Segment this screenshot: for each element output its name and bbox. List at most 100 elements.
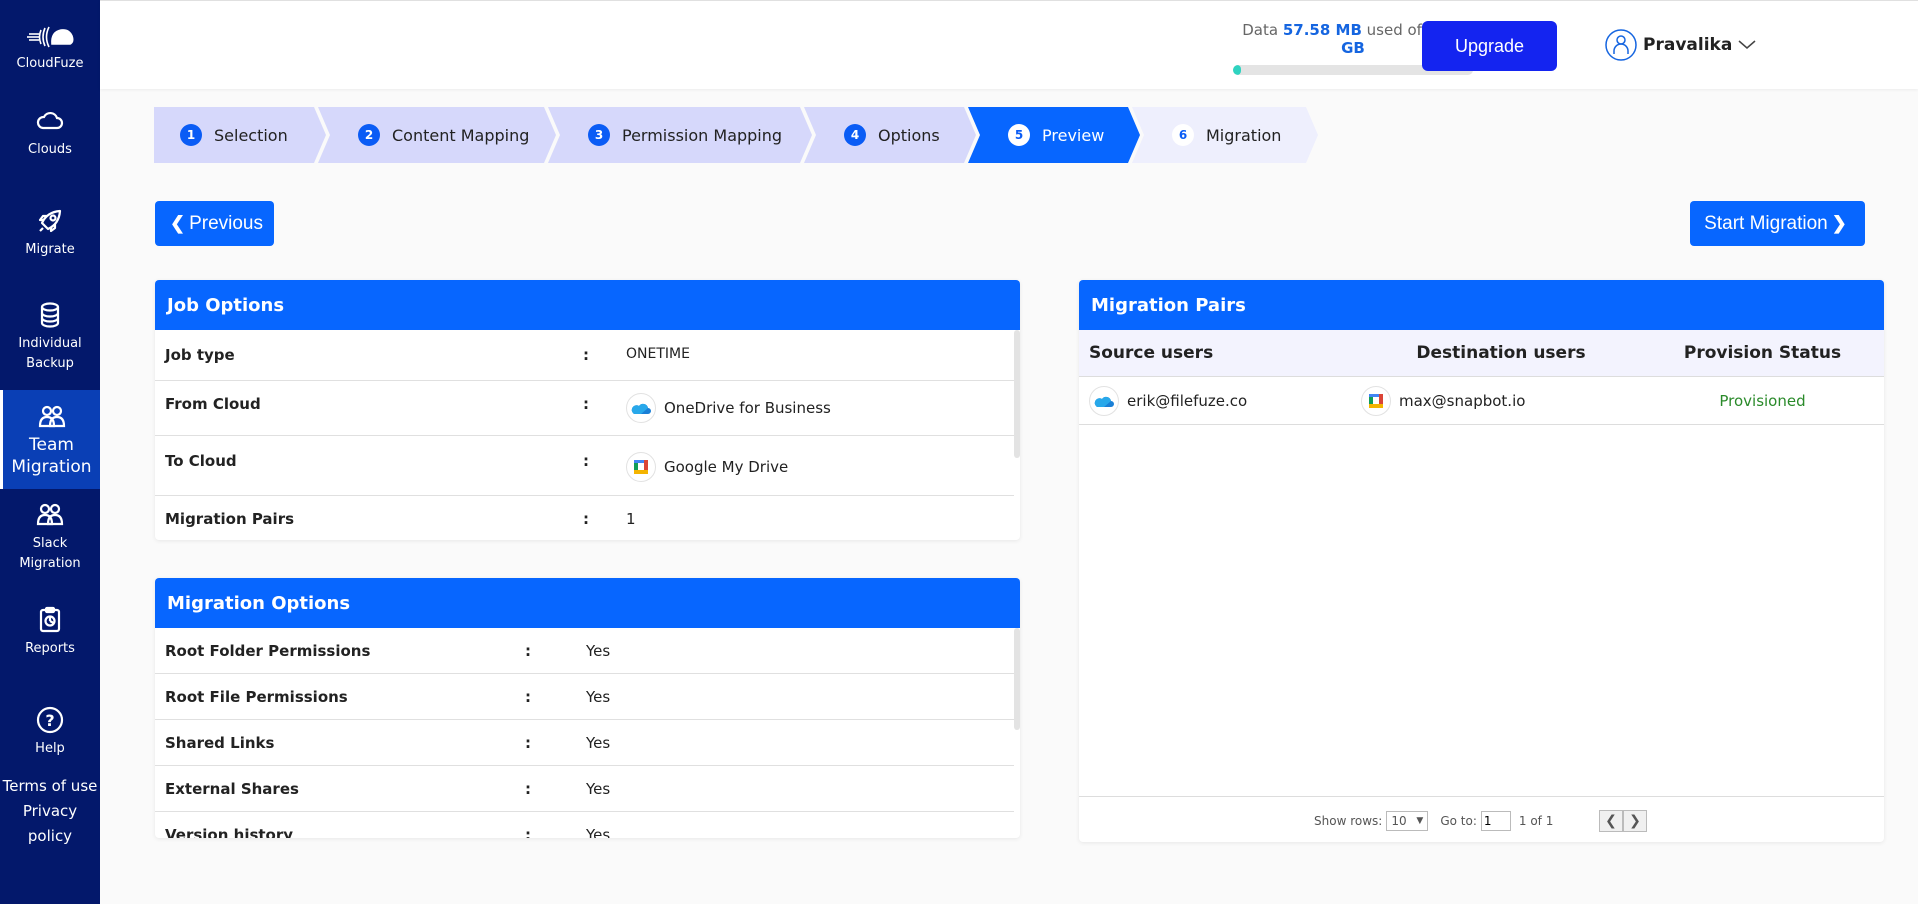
cloud-icon [36, 111, 64, 130]
migration-options-scrollbar[interactable] [1014, 628, 1020, 730]
goto-page-input[interactable] [1480, 811, 1511, 831]
sidebar-item-help[interactable]: ? Help [0, 705, 100, 759]
migration-options-panel: Migration Options Root Folder Permission… [155, 578, 1020, 838]
migration-pairs-panel: Migration Pairs Source users Destination… [1079, 280, 1884, 842]
page-info: 1 of 1 [1518, 814, 1554, 828]
from-cloud-value: OneDrive for Business [664, 399, 831, 417]
migration-option-row: Version history : Yes [165, 826, 611, 838]
sidebar-item-label: Slack Migration [19, 536, 81, 571]
goto-label: Go to: [1440, 814, 1477, 828]
step-selection[interactable]: 1 Selection [154, 107, 326, 163]
step-preview[interactable]: 5 Preview [968, 107, 1140, 163]
upgrade-button[interactable]: Upgrade [1422, 21, 1557, 71]
terms-of-use-link[interactable]: Terms of use [0, 774, 100, 799]
step-number: 3 [588, 124, 610, 146]
sidebar-item-clouds[interactable]: Clouds [0, 106, 100, 160]
google-drive-icon [1361, 385, 1391, 416]
step-number: 2 [358, 124, 380, 146]
provision-status: Provisioned [1719, 391, 1806, 410]
step-label: Permission Mapping [622, 125, 783, 145]
storage-progress-fill [1233, 65, 1241, 75]
job-option-row: Job type : ONETIME [155, 330, 1014, 381]
team-icon [36, 503, 64, 526]
chevron-right-icon: ❯ [1831, 213, 1847, 233]
previous-button[interactable]: ❮ Previous [155, 201, 274, 246]
storage-used-value: 57.58 MB [1282, 21, 1362, 39]
step-label: Preview [1042, 125, 1105, 145]
svg-text:?: ? [45, 711, 54, 730]
migration-pairs-count: 1 [626, 510, 636, 528]
chevron-left-icon: ❮ [1605, 813, 1617, 829]
to-cloud-value: Google My Drive [664, 458, 789, 476]
step-number: 1 [180, 124, 202, 146]
step-label: Content Mapping [392, 125, 530, 145]
sidebar-item-label: Migrate [25, 242, 75, 257]
step-label: Options [878, 125, 940, 145]
rows-per-page-select[interactable]: 10 ▼ [1386, 811, 1429, 831]
clipboard-icon [39, 606, 61, 633]
migration-option-row: External Shares : Yes [155, 766, 1014, 812]
job-options-panel: Job Options Job type : ONETIME From Clou… [155, 280, 1020, 540]
column-header-destination[interactable]: Destination users [1361, 343, 1641, 363]
google-drive-icon [626, 452, 656, 482]
pagination-footer: Show rows: 10 ▼ Go to: 1 of 1 ❮ ❯ [1079, 796, 1884, 842]
privacy-policy-link[interactable]: Privacy policy [0, 799, 100, 849]
chevron-down-icon [1738, 40, 1756, 49]
job-options-title: Job Options [155, 280, 1020, 330]
sidebar-item-label: Individual Backup [18, 336, 82, 371]
step-number: 6 [1172, 124, 1194, 146]
migration-option-row: Root File Permissions : Yes [155, 674, 1014, 720]
chevron-down-icon: ▼ [1416, 816, 1424, 826]
step-migration[interactable]: 6 Migration [1132, 107, 1318, 163]
table-row: erik@filefuze.co max@snapbot.io Provisio… [1079, 377, 1884, 425]
sidebar-brand[interactable]: CloudFuze [0, 24, 100, 74]
job-option-row: To Cloud : Google My Drive [155, 436, 1014, 496]
onedrive-icon [626, 393, 656, 423]
next-page-button[interactable]: ❯ [1623, 810, 1647, 832]
destination-user: max@snapbot.io [1399, 391, 1526, 410]
job-option-row: From Cloud : OneDrive for Business [155, 381, 1014, 436]
sidebar: CloudFuze Clouds Migrate Individual Backu… [0, 0, 100, 904]
step-permission-mapping[interactable]: 3 Permission Mapping [548, 107, 812, 163]
job-options-scrollbar[interactable] [1014, 330, 1020, 458]
user-avatar-icon [1605, 29, 1637, 61]
job-option-row: Migration Pairs : 1 [165, 510, 636, 528]
user-menu[interactable]: Pravalika [1605, 29, 1756, 61]
migration-options-list: Root Folder Permissions : Yes Root File … [155, 628, 1020, 838]
start-migration-button[interactable]: Start Migration ❯ [1690, 201, 1865, 246]
migration-options-title: Migration Options [155, 578, 1020, 628]
column-header-status[interactable]: Provision Status [1641, 343, 1884, 363]
sidebar-item-team-migration[interactable]: Team Migration [0, 390, 100, 489]
sidebar-item-label: Team Migration [11, 435, 92, 477]
sidebar-links: Terms of use Privacy policy [0, 774, 100, 849]
job-options-list: Job type : ONETIME From Cloud : OneDrive… [155, 330, 1020, 540]
step-options[interactable]: 4 Options [804, 107, 976, 163]
migration-pairs-title: Migration Pairs [1079, 280, 1884, 330]
database-icon [40, 302, 60, 328]
user-name: Pravalika [1643, 35, 1733, 55]
sidebar-item-label: Help [35, 741, 65, 756]
step-label: Migration [1206, 125, 1282, 145]
prev-page-button[interactable]: ❮ [1599, 810, 1623, 832]
top-header: Data 57.58 MB used of 2.00 GB Upgrade Pr… [100, 0, 1918, 89]
sidebar-item-individual-backup[interactable]: Individual Backup [0, 300, 100, 374]
migration-option-row: Root Folder Permissions : Yes [155, 628, 1014, 674]
show-rows-label: Show rows: [1314, 814, 1383, 828]
chevron-left-icon: ❮ [169, 213, 186, 233]
cloudfuze-logo-icon [27, 26, 74, 48]
step-number: 4 [844, 124, 866, 146]
step-content-mapping[interactable]: 2 Content Mapping [318, 107, 556, 163]
rocket-icon [38, 209, 62, 233]
sidebar-item-slack-migration[interactable]: Slack Migration [0, 500, 100, 574]
step-label: Selection [214, 125, 288, 145]
sidebar-item-migrate[interactable]: Migrate [0, 206, 100, 260]
column-header-source[interactable]: Source users [1079, 343, 1361, 363]
sidebar-item-reports[interactable]: Reports [0, 605, 100, 659]
team-icon [38, 405, 65, 428]
sidebar-item-label: Reports [25, 641, 75, 656]
pairs-table-header: Source users Destination users Provision… [1079, 330, 1884, 377]
chevron-right-icon: ❯ [1629, 813, 1641, 829]
migration-option-row: Shared Links : Yes [155, 720, 1014, 766]
job-type-value: ONETIME [626, 346, 690, 362]
sidebar-brand-label: CloudFuze [16, 56, 84, 71]
